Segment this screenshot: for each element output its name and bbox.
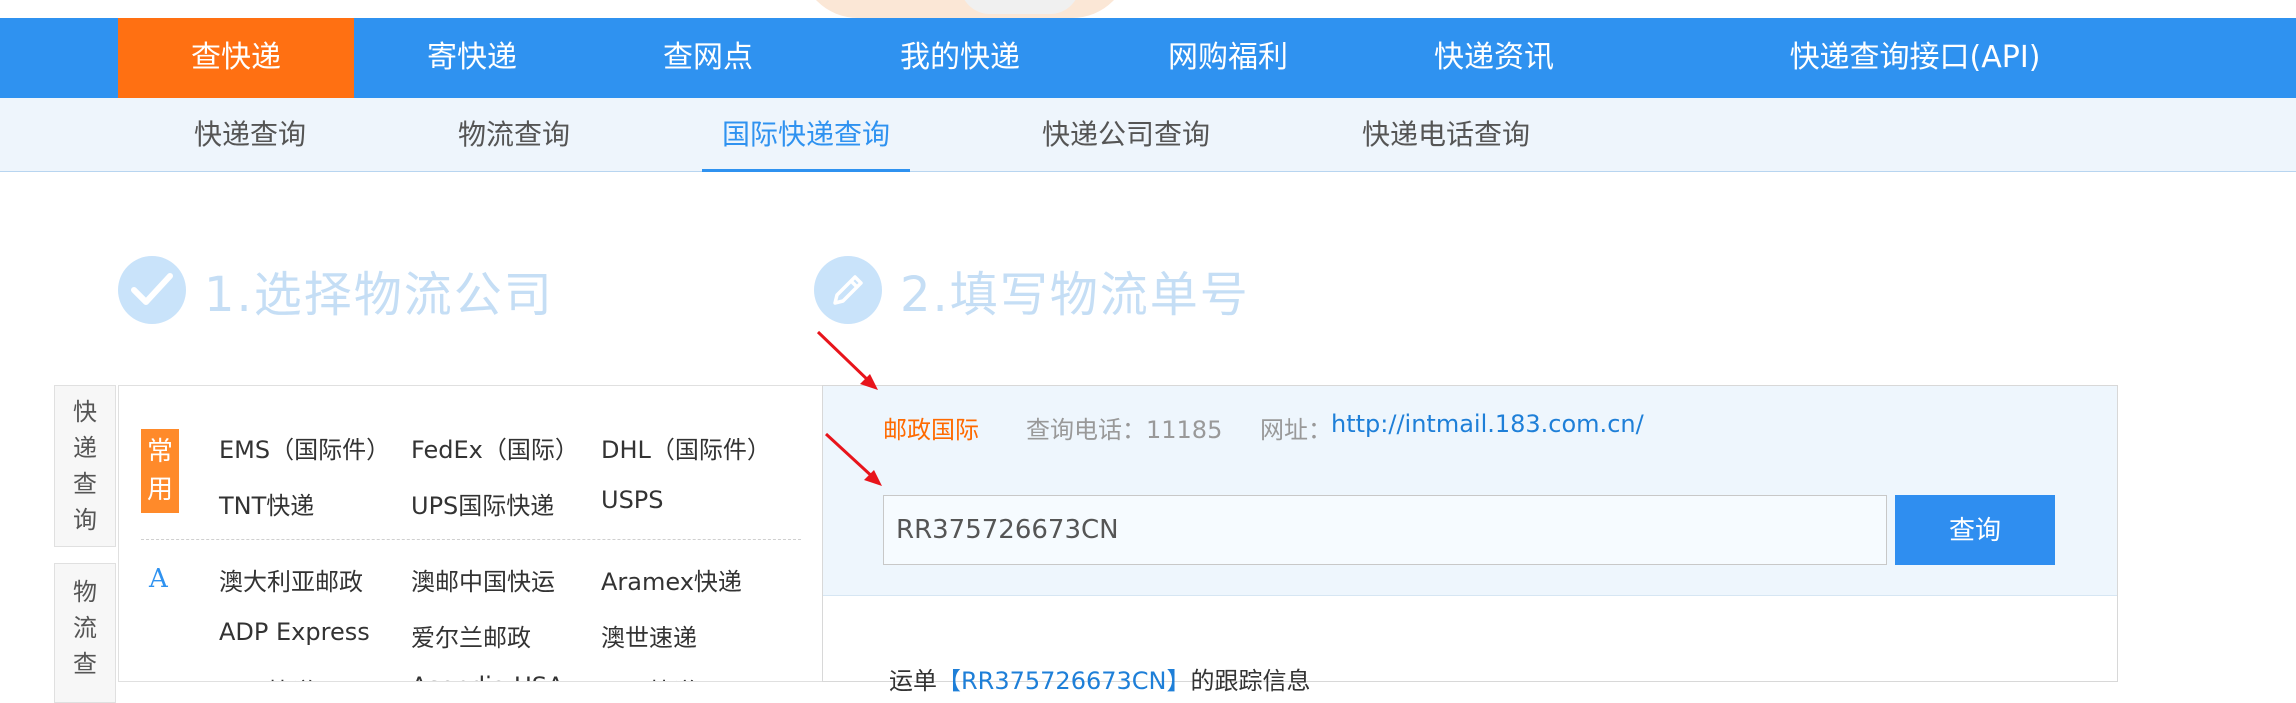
tracking-info-suffix: 的跟踪信息 bbox=[1190, 667, 1311, 695]
side-tab-char: 询 bbox=[73, 506, 97, 534]
side-tab-char: 递 bbox=[73, 434, 97, 462]
query-button[interactable]: 查询 bbox=[1895, 495, 2055, 565]
company-link[interactable]: AOL快递 bbox=[601, 672, 697, 681]
selected-company-name: 邮政国际 bbox=[883, 416, 979, 444]
tracking-number-input[interactable] bbox=[883, 495, 1887, 565]
main-nav-item-my-express[interactable]: 我的快递 bbox=[840, 18, 1080, 98]
sub-nav-item-company-query[interactable]: 快递公司查询 bbox=[1020, 98, 1232, 172]
company-link[interactable]: FedEx（国际） bbox=[411, 430, 579, 465]
step-select-company: 1.选择物流公司 bbox=[118, 250, 554, 330]
sub-nav-item-logistics-query[interactable]: 物流查询 bbox=[434, 98, 594, 172]
sub-nav: 快递查询 物流查询 国际快递查询 快递公司查询 快递电话查询 bbox=[0, 98, 2296, 172]
sub-nav-item-international-query[interactable]: 国际快递查询 bbox=[702, 98, 910, 172]
main-nav-item-outlets[interactable]: 查网点 bbox=[590, 18, 826, 98]
company-site-label: 网址： bbox=[1260, 416, 1332, 444]
common-badge-char: 用 bbox=[146, 475, 173, 505]
company-link[interactable]: EMS（国际件） bbox=[219, 430, 390, 465]
company-site-link[interactable]: http://intmail.183.com.cn/ bbox=[1331, 410, 1644, 438]
company-link[interactable]: TNT快递 bbox=[219, 486, 314, 521]
step-2-label: 2.填写物流单号 bbox=[900, 267, 1250, 323]
common-badge: 常 用 bbox=[141, 429, 179, 513]
main-nav-item-api[interactable]: 快递查询接口(API) bbox=[1740, 18, 2090, 98]
sub-nav-item-express-query[interactable]: 快递查询 bbox=[170, 98, 330, 172]
main-nav-item-express-news[interactable]: 快递资讯 bbox=[1374, 18, 1614, 98]
company-link[interactable]: DHL（国际件） bbox=[601, 430, 771, 465]
side-tab-char: 查 bbox=[73, 470, 97, 498]
main-nav-item-send-express[interactable]: 寄快递 bbox=[354, 18, 590, 98]
side-tab-express-query[interactable]: 快 递 查 询 bbox=[54, 385, 116, 547]
company-link[interactable]: 澳邮中国快运 bbox=[411, 562, 555, 597]
divider bbox=[141, 539, 801, 540]
common-badge-char: 常 bbox=[146, 437, 173, 467]
company-link[interactable]: 澳世速递 bbox=[601, 618, 697, 653]
pencil-icon bbox=[814, 256, 882, 324]
sub-nav-item-phone-query[interactable]: 快递电话查询 bbox=[1340, 98, 1552, 172]
company-phone: 查询电话：11185 bbox=[1026, 416, 1223, 444]
top-banner-strip bbox=[0, 0, 2296, 18]
company-link[interactable]: Aramex快递 bbox=[601, 562, 742, 597]
main-nav-item-check-express[interactable]: 查快递 bbox=[118, 18, 354, 98]
company-link[interactable]: ADP Express bbox=[219, 618, 370, 646]
check-icon bbox=[118, 256, 186, 324]
company-link[interactable]: AAE快递 bbox=[219, 672, 316, 681]
side-tab-char: 查 bbox=[73, 650, 97, 678]
company-link[interactable]: 爱尔兰邮政 bbox=[411, 618, 531, 653]
tracking-number-link[interactable]: 【RR375726673CN】 bbox=[937, 667, 1191, 695]
company-list-panel: 常 用 EMS（国际件） FedEx（国际） DHL（国际件） TNT快递 UP… bbox=[118, 385, 822, 682]
annotation-arrow-tracking bbox=[824, 432, 882, 486]
tracking-info-prefix: 运单 bbox=[889, 667, 937, 695]
side-tab-char: 物 bbox=[73, 578, 97, 606]
query-panel-header: 邮政国际 查询电话：11185 网址： http://intmail.183.c… bbox=[823, 386, 2117, 596]
letter-index-a: A bbox=[149, 564, 168, 594]
company-link[interactable]: UPS国际快递 bbox=[411, 486, 554, 521]
query-panel: 邮政国际 查询电话：11185 网址： http://intmail.183.c… bbox=[822, 385, 2118, 695]
side-tab-char: 快 bbox=[73, 398, 97, 426]
main-nav: 查快递 寄快递 查网点 我的快递 网购福利 快递资讯 快递查询接口(API) bbox=[0, 18, 2296, 98]
tracking-info-heading: 运单【RR375726673CN】的跟踪信息 bbox=[889, 661, 1311, 696]
side-tab-char: 流 bbox=[73, 614, 97, 642]
company-link[interactable]: USPS bbox=[601, 486, 664, 514]
company-link[interactable]: 澳大利亚邮政 bbox=[219, 562, 363, 597]
side-tab-logistics-query[interactable]: 物 流 查 bbox=[54, 563, 116, 703]
banner-decoration bbox=[800, 0, 1130, 18]
company-link[interactable]: Asendia USA bbox=[411, 672, 564, 681]
step-fill-number: 2.填写物流单号 bbox=[814, 250, 1250, 330]
main-nav-item-shopping-welfare[interactable]: 网购福利 bbox=[1108, 18, 1348, 98]
annotation-arrow-company bbox=[816, 330, 878, 390]
step-1-label: 1.选择物流公司 bbox=[204, 267, 554, 323]
